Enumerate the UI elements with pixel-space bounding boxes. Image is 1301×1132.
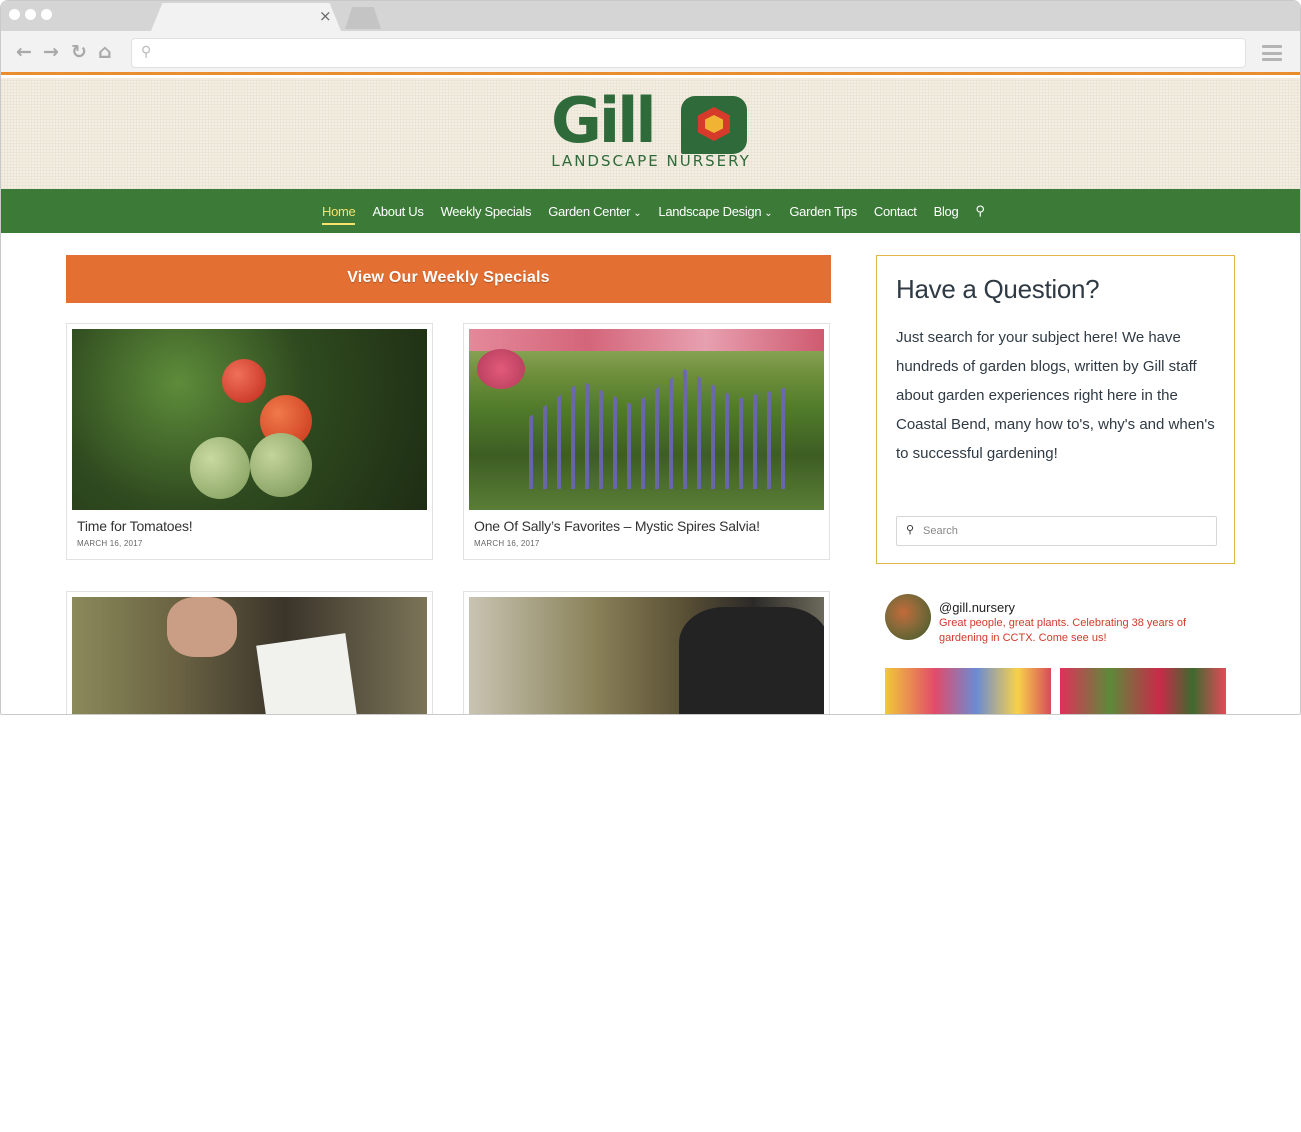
address-bar[interactable]: ⚲ xyxy=(131,38,1246,68)
logo-emblem-icon xyxy=(681,96,747,154)
weekly-specials-button[interactable]: View Our Weekly Specials xyxy=(66,255,831,303)
instagram-handle[interactable]: @gill.nursery xyxy=(939,600,1015,615)
chevron-down-icon: ⌄ xyxy=(764,207,773,219)
window-maximize-dot[interactable] xyxy=(41,9,52,20)
nav-item-label: Garden Center xyxy=(548,203,631,219)
browser-toolbar: ← → ↻ ⌂ ⚲ xyxy=(1,31,1300,75)
nav-item-home[interactable]: Home xyxy=(322,204,356,225)
post-card[interactable]: One Of Sally’s Favorites – Mystic Spires… xyxy=(463,323,830,560)
post-date: MARCH 16, 2017 xyxy=(77,539,143,548)
browser-titlebar: × xyxy=(1,1,1300,31)
post-title[interactable]: Time for Tomatoes! xyxy=(77,518,193,534)
back-arrow-icon[interactable]: ← xyxy=(16,41,32,63)
tab-close-icon[interactable]: × xyxy=(319,7,332,25)
forward-arrow-icon[interactable]: → xyxy=(43,41,59,63)
post-image-gardener[interactable] xyxy=(72,597,427,714)
logo-wordmark: Gill xyxy=(551,84,657,157)
post-card[interactable] xyxy=(66,591,433,714)
widget-heading: Have a Question? xyxy=(896,274,1100,304)
browser-window: × ← → ↻ ⌂ ⚲ Gill LANDSCAPE NURSERY Home … xyxy=(0,0,1301,715)
window-minimize-dot[interactable] xyxy=(25,9,36,20)
reload-icon[interactable]: ↻ xyxy=(71,41,87,63)
site-logo[interactable]: Gill LANDSCAPE NURSERY xyxy=(551,86,751,176)
post-image-gardener-shrubs[interactable] xyxy=(469,597,824,714)
nav-item-about-us[interactable]: About Us xyxy=(372,204,423,219)
post-card[interactable] xyxy=(463,591,830,714)
nav-item-garden-tips[interactable]: Garden Tips xyxy=(789,204,857,219)
sidebar-search-input[interactable]: ⚲ Search xyxy=(896,516,1217,546)
browser-tab[interactable] xyxy=(151,3,341,31)
post-date: MARCH 16, 2017 xyxy=(474,539,540,548)
nav-item-blog[interactable]: Blog xyxy=(934,204,959,219)
post-image-tomatoes[interactable] xyxy=(72,329,427,510)
nav-item-contact[interactable]: Contact xyxy=(874,204,917,219)
nav-search-icon[interactable]: ⚲ xyxy=(975,204,985,219)
instagram-avatar[interactable] xyxy=(885,594,931,640)
instagram-photo[interactable] xyxy=(1060,668,1226,714)
nav-item-landscape-design[interactable]: Landscape Design ⌄ xyxy=(658,204,772,219)
window-close-dot[interactable] xyxy=(9,9,20,20)
question-widget: Have a Question? Just search for your su… xyxy=(876,255,1235,564)
widget-body: Just search for your subject here! We ha… xyxy=(896,329,1215,462)
home-icon[interactable]: ⌂ xyxy=(98,41,112,63)
browser-menu-icon[interactable] xyxy=(1262,45,1282,61)
nav-item-garden-center[interactable]: Garden Center ⌄ xyxy=(548,204,641,219)
instagram-photo[interactable] xyxy=(885,668,1051,714)
search-icon: ⚲ xyxy=(906,523,915,536)
site-header: Gill LANDSCAPE NURSERY xyxy=(1,78,1300,189)
new-tab-button[interactable] xyxy=(345,7,381,29)
search-placeholder: Search xyxy=(923,525,958,537)
main-navigation: Home About Us Weekly Specials Garden Cen… xyxy=(1,189,1300,233)
nav-item-label: Landscape Design xyxy=(658,203,762,219)
post-image-salvia[interactable] xyxy=(469,329,824,510)
nav-item-weekly-specials[interactable]: Weekly Specials xyxy=(441,204,532,219)
post-card[interactable]: Time for Tomatoes! MARCH 16, 2017 xyxy=(66,323,433,560)
chevron-down-icon: ⌄ xyxy=(633,207,642,219)
logo-subtitle: LANDSCAPE NURSERY xyxy=(551,152,751,170)
post-title[interactable]: One Of Sally’s Favorites – Mystic Spires… xyxy=(474,518,760,534)
search-icon: ⚲ xyxy=(141,44,152,60)
instagram-bio: Great people, great plants. Celebrating … xyxy=(939,617,1187,644)
